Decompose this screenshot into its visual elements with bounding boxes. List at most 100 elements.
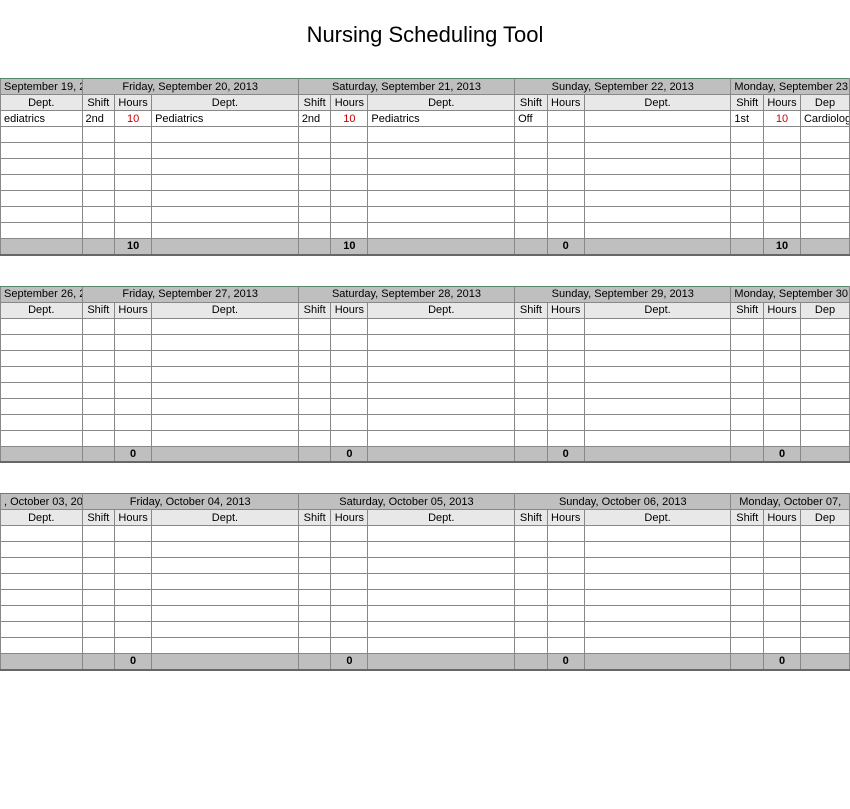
cell[interactable]	[547, 366, 584, 382]
cell[interactable]	[331, 350, 368, 366]
cell[interactable]	[1, 558, 83, 574]
cell[interactable]	[764, 191, 801, 207]
cell[interactable]	[801, 638, 850, 654]
cell[interactable]	[298, 143, 331, 159]
cell[interactable]	[547, 207, 584, 223]
cell[interactable]	[547, 127, 584, 143]
cell[interactable]	[731, 558, 764, 574]
cell[interactable]	[331, 622, 368, 638]
cell[interactable]	[515, 606, 548, 622]
cell[interactable]	[764, 430, 801, 446]
cell[interactable]	[368, 127, 515, 143]
cell[interactable]	[731, 414, 764, 430]
cell[interactable]	[152, 334, 299, 350]
cell[interactable]	[82, 382, 115, 398]
cell[interactable]	[82, 143, 115, 159]
cell[interactable]	[368, 191, 515, 207]
cell[interactable]	[298, 318, 331, 334]
cell[interactable]	[331, 574, 368, 590]
cell[interactable]	[1, 430, 83, 446]
cell[interactable]	[298, 350, 331, 366]
cell[interactable]	[298, 334, 331, 350]
cell[interactable]	[298, 558, 331, 574]
cell[interactable]	[331, 223, 368, 239]
cell[interactable]	[152, 558, 299, 574]
cell[interactable]	[82, 590, 115, 606]
cell[interactable]	[515, 558, 548, 574]
cell[interactable]	[152, 382, 299, 398]
cell[interactable]	[764, 127, 801, 143]
cell[interactable]	[331, 558, 368, 574]
cell[interactable]	[298, 590, 331, 606]
cell[interactable]	[331, 414, 368, 430]
cell[interactable]	[1, 622, 83, 638]
cell[interactable]	[764, 542, 801, 558]
cell[interactable]	[331, 398, 368, 414]
cell[interactable]	[764, 334, 801, 350]
cell[interactable]	[152, 542, 299, 558]
cell[interactable]	[115, 622, 152, 638]
cell[interactable]	[115, 350, 152, 366]
cell[interactable]	[152, 159, 299, 175]
cell[interactable]	[731, 318, 764, 334]
cell[interactable]	[1, 574, 83, 590]
cell[interactable]	[800, 382, 849, 398]
cell[interactable]	[1, 191, 83, 207]
cell[interactable]	[331, 143, 368, 159]
cell[interactable]	[298, 175, 331, 191]
cell[interactable]	[1, 350, 83, 366]
cell[interactable]	[115, 574, 152, 590]
cell[interactable]	[331, 127, 368, 143]
cell[interactable]	[115, 143, 152, 159]
cell[interactable]: 10	[115, 111, 152, 127]
cell[interactable]	[584, 622, 731, 638]
cell[interactable]	[115, 542, 152, 558]
cell[interactable]	[1, 398, 83, 414]
cell[interactable]	[547, 175, 584, 191]
cell[interactable]	[368, 558, 515, 574]
cell[interactable]	[115, 638, 152, 654]
cell[interactable]	[368, 366, 515, 382]
cell[interactable]	[82, 350, 115, 366]
cell[interactable]	[584, 558, 731, 574]
cell[interactable]	[1, 606, 83, 622]
cell[interactable]	[584, 111, 731, 127]
cell[interactable]	[764, 207, 801, 223]
cell[interactable]	[800, 191, 849, 207]
cell[interactable]	[1, 334, 83, 350]
cell[interactable]	[764, 590, 801, 606]
cell[interactable]	[764, 606, 801, 622]
cell[interactable]	[764, 398, 801, 414]
cell[interactable]	[298, 414, 331, 430]
cell[interactable]	[731, 175, 764, 191]
cell[interactable]	[115, 366, 152, 382]
cell[interactable]	[1, 542, 83, 558]
cell[interactable]	[764, 318, 801, 334]
cell[interactable]	[800, 223, 849, 239]
cell[interactable]	[82, 127, 115, 143]
cell[interactable]: 10	[331, 111, 368, 127]
cell[interactable]	[731, 191, 764, 207]
cell[interactable]	[298, 159, 331, 175]
cell[interactable]	[731, 590, 764, 606]
cell[interactable]	[764, 574, 801, 590]
cell[interactable]	[731, 159, 764, 175]
cell[interactable]	[731, 143, 764, 159]
cell[interactable]	[547, 574, 584, 590]
cell[interactable]	[152, 430, 299, 446]
cell[interactable]	[584, 191, 731, 207]
cell[interactable]	[115, 191, 152, 207]
cell[interactable]	[368, 207, 515, 223]
cell[interactable]	[1, 223, 83, 239]
cell[interactable]	[584, 398, 731, 414]
cell[interactable]	[584, 318, 731, 334]
cell[interactable]	[800, 398, 849, 414]
cell[interactable]	[764, 382, 801, 398]
cell[interactable]	[800, 127, 849, 143]
cell[interactable]	[115, 175, 152, 191]
cell[interactable]	[1, 127, 83, 143]
cell[interactable]	[298, 382, 331, 398]
cell[interactable]	[547, 558, 584, 574]
cell[interactable]: 2nd	[82, 111, 115, 127]
cell[interactable]	[731, 622, 764, 638]
